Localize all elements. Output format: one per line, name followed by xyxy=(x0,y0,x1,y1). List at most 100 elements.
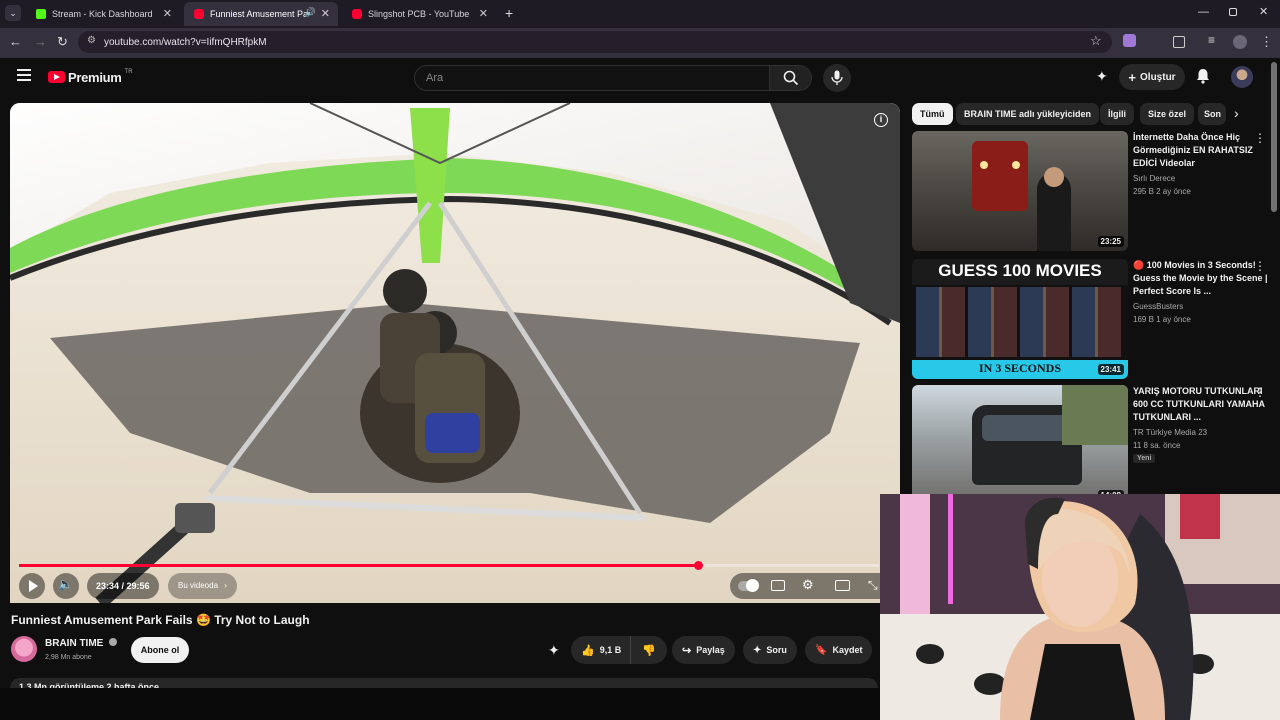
video-player[interactable]: i 🔈 23:34 / 29:56 Bu videoda › ⚙ ⤡ xyxy=(10,103,900,603)
close-window-icon[interactable]: ✕ xyxy=(1259,5,1268,18)
video-title[interactable]: İnternette Daha Önce Hiç Görmediğiniz EN… xyxy=(1133,131,1268,170)
settings-gear-icon[interactable]: ⚙ xyxy=(802,577,814,593)
video-thumbnail[interactable]: 14:08 xyxy=(912,385,1128,505)
tab-title: Funniest Amusement Park Fa xyxy=(210,9,308,19)
chevron-right-icon: › xyxy=(224,581,227,590)
recommended-video[interactable]: 14:08 YARIŞ MOTORU TUTKUNLARI 600 CC TUT… xyxy=(912,385,1272,505)
close-icon[interactable]: ✕ xyxy=(479,7,488,20)
channel-name[interactable]: BRAIN TIME xyxy=(45,638,118,649)
subtitles-icon[interactable] xyxy=(771,580,785,591)
recommended-video[interactable]: 23:25 İnternette Daha Önce Hiç Görmediği… xyxy=(912,131,1272,251)
youtube-masthead: Premium TR Ara ✦ + Oluştur xyxy=(0,58,1280,98)
thumbs-down-icon: 👎 xyxy=(642,644,656,657)
info-icon[interactable]: i xyxy=(874,113,888,127)
voice-search-button[interactable] xyxy=(823,64,851,92)
chip-from-uploader[interactable]: BRAIN TIME adlı yükleyiciden xyxy=(956,103,1100,125)
thumbnail-headline: GUESS 100 MOVIES xyxy=(938,261,1102,280)
subscribe-button[interactable]: Abone ol xyxy=(131,637,189,663)
chip-for-you[interactable]: Size özel xyxy=(1140,103,1195,125)
sparkle-icon: ✦ xyxy=(753,644,762,656)
play-icon xyxy=(29,580,38,592)
microphone-icon xyxy=(831,70,843,85)
subscriber-count: 2,98 Mn abone xyxy=(45,654,92,661)
hamburger-menu-icon[interactable] xyxy=(17,69,31,81)
in-video-chapters-button[interactable]: Bu videoda › xyxy=(168,573,237,599)
tab-slingshot-pcb[interactable]: Slingshot PCB - YouTube ✕ xyxy=(342,2,496,26)
chevron-right-icon[interactable]: › xyxy=(1234,105,1239,121)
chip-recent[interactable]: Son xyxy=(1198,103,1226,125)
bottom-overlay-bar xyxy=(0,688,880,720)
autoplay-toggle[interactable] xyxy=(738,579,759,592)
forward-icon[interactable]: → xyxy=(34,34,47,49)
minimize-icon[interactable]: — xyxy=(1198,6,1209,18)
tab-kick-dashboard[interactable]: Stream - Kick Dashboard ✕ xyxy=(26,2,180,26)
webcam-overlay xyxy=(880,494,1280,720)
like-count: 9,1 B xyxy=(599,645,622,655)
extensions-icon[interactable] xyxy=(1173,36,1185,48)
restore-icon[interactable] xyxy=(1229,8,1237,16)
channel-avatar[interactable] xyxy=(11,636,37,662)
more-options-icon[interactable]: ⋮ xyxy=(1254,131,1266,145)
url-bar[interactable]: ⚙ youtube.com/watch?v=IifmQHRfpkM ☆ xyxy=(78,31,1136,53)
video-title[interactable]: YARIŞ MOTORU TUTKUNLARI 600 CC TUTKUNLAR… xyxy=(1133,385,1268,424)
ask-button[interactable]: ✦ Soru xyxy=(743,636,797,664)
like-button[interactable]: 👍 9,1 B xyxy=(571,636,631,664)
extension-icon[interactable] xyxy=(1123,34,1136,47)
premium-spark-icon[interactable]: ✦ xyxy=(1096,68,1108,85)
miniplayer-icon[interactable] xyxy=(835,580,850,591)
premium-action-icon[interactable]: ✦ xyxy=(548,642,560,659)
media-control-icon[interactable]: ≡ xyxy=(1208,33,1215,47)
plus-icon: + xyxy=(1128,69,1137,85)
video-thumbnail[interactable]: GUESS 100 MOVIES IN 3 SECONDS 23:41 xyxy=(912,259,1128,379)
back-icon[interactable]: ← xyxy=(9,34,22,49)
dislike-button[interactable]: 👎 xyxy=(631,636,667,664)
account-avatar[interactable] xyxy=(1231,66,1253,88)
profile-icon[interactable] xyxy=(1233,35,1247,49)
new-tab-icon[interactable]: + xyxy=(505,5,513,21)
tab-search-button[interactable]: ⌄ xyxy=(5,5,21,21)
video-duration: 23:41 xyxy=(1097,364,1124,375)
recommended-video[interactable]: GUESS 100 MOVIES IN 3 SECONDS 23:41 🔴 10… xyxy=(912,259,1272,379)
in-video-label: Bu videoda xyxy=(178,581,219,590)
channel-name[interactable]: Sırlı Derece xyxy=(1133,172,1175,185)
channel-name[interactable]: TR Türkiye Media 23 xyxy=(1133,426,1207,439)
tab-funniest-amusement-park[interactable]: Funniest Amusement Park Fa 🔊 ✕ xyxy=(184,2,338,26)
video-thumbnail[interactable]: 23:25 xyxy=(912,131,1128,251)
share-icon: ↪ xyxy=(682,644,692,657)
video-title[interactable]: 🔴 100 Movies in 3 Seconds! Guess the Mov… xyxy=(1133,259,1268,298)
close-icon[interactable]: ✕ xyxy=(163,7,172,20)
bookmark-star-icon[interactable]: ☆ xyxy=(1090,33,1102,49)
search-input[interactable]: Ara xyxy=(414,65,770,91)
ask-label: Soru xyxy=(766,645,787,655)
notifications-bell-icon[interactable] xyxy=(1196,68,1210,89)
share-button[interactable]: ↪ Paylaş xyxy=(672,636,735,664)
progress-bar[interactable] xyxy=(19,561,879,570)
volume-button[interactable]: 🔈 xyxy=(53,573,79,599)
time-text: 23:34 / 29:56 xyxy=(96,581,150,591)
chip-label: İlgili xyxy=(1108,109,1126,119)
kick-icon xyxy=(36,9,46,19)
more-options-icon[interactable]: ⋮ xyxy=(1254,259,1266,273)
reload-icon[interactable]: ↻ xyxy=(57,34,68,50)
chip-all[interactable]: Tümü xyxy=(912,103,953,125)
youtube-logo[interactable]: Premium TR xyxy=(48,68,133,86)
youtube-icon xyxy=(194,9,204,19)
progress-bar-played xyxy=(19,564,699,567)
tab-title: Stream - Kick Dashboard xyxy=(52,9,153,19)
menu-dots-icon[interactable]: ⋮ xyxy=(1260,34,1273,50)
save-button[interactable]: 🔖 Kaydet xyxy=(805,636,873,664)
close-icon[interactable]: ✕ xyxy=(321,7,330,20)
fullscreen-icon[interactable]: ⤡ xyxy=(868,578,878,593)
play-button[interactable] xyxy=(19,573,45,599)
page-scrollbar[interactable] xyxy=(1271,62,1277,212)
create-button[interactable]: + Oluştur xyxy=(1119,64,1185,90)
chip-label: Son xyxy=(1204,109,1221,119)
more-options-icon[interactable]: ⋮ xyxy=(1254,385,1266,399)
site-info-icon[interactable]: ⚙ xyxy=(87,35,96,46)
search-icon xyxy=(783,70,799,86)
speaker-icon[interactable]: 🔊 xyxy=(305,7,316,18)
search-button[interactable] xyxy=(770,65,812,91)
chip-related[interactable]: İlgili xyxy=(1100,103,1134,125)
channel-name[interactable]: GuessBusters xyxy=(1133,300,1183,313)
youtube-play-logo-icon xyxy=(48,71,65,83)
